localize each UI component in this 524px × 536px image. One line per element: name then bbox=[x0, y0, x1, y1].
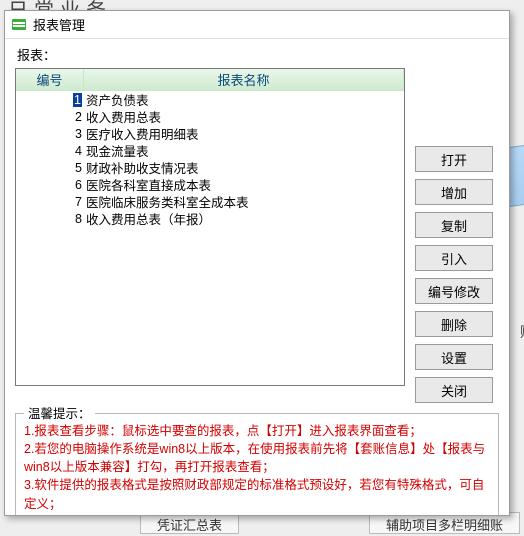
window-title: 报表管理 bbox=[33, 15, 85, 34]
tips-legend: 温馨提示： bbox=[24, 405, 95, 423]
copy-button[interactable]: 复制 bbox=[415, 212, 493, 238]
background-right-label: 账 bbox=[520, 322, 524, 342]
delete-button[interactable]: 删除 bbox=[415, 311, 493, 337]
client-area: 报表： 编号 报表名称 1资产负债表2收入费用总表3医疗收入费用明细表4现金流量… bbox=[5, 39, 509, 515]
import-button[interactable]: 引入 bbox=[415, 245, 493, 271]
section-label: 报表： bbox=[17, 45, 499, 64]
tip-line-2: 2.若您的电脑操作系统是win8以上版本，在使用报表前先将【套账信息】处【报表与… bbox=[24, 440, 490, 476]
table-row[interactable]: 2收入费用总表 bbox=[16, 108, 404, 125]
table-row[interactable]: 4现金流量表 bbox=[16, 142, 404, 159]
row-number: 6 bbox=[16, 178, 84, 192]
row-number: 1 bbox=[16, 93, 84, 107]
close-button[interactable]: 关闭 bbox=[415, 377, 493, 403]
settings-button[interactable]: 设置 bbox=[415, 344, 493, 370]
row-number: 5 bbox=[16, 161, 84, 175]
tip-line-3: 3.软件提供的报表格式是按照财政部规定的标准格式预设好，若您有特殊格式，可自定义… bbox=[24, 476, 490, 512]
add-button[interactable]: 增加 bbox=[415, 179, 493, 205]
report-list[interactable]: 编号 报表名称 1资产负债表2收入费用总表3医疗收入费用明细表4现金流量表5财政… bbox=[15, 68, 405, 386]
column-headers[interactable]: 编号 报表名称 bbox=[16, 69, 404, 91]
tip-line-4: 4.部分杀毒软件可能会影响您报表运行，在使用报表前建议关闭杀毒软件或安全卫士等第… bbox=[24, 513, 490, 515]
report-manager-window: 报表管理 报表： 编号 报表名称 1资产负债表2收入费用总表3医疗收入费用明细表… bbox=[4, 10, 510, 516]
table-row[interactable]: 6医院各科室直接成本表 bbox=[16, 176, 404, 193]
column-header-number[interactable]: 编号 bbox=[16, 69, 84, 91]
row-number: 7 bbox=[16, 195, 84, 209]
renumber-button[interactable]: 编号修改 bbox=[415, 278, 493, 304]
table-row[interactable]: 5财政补助收支情况表 bbox=[16, 159, 404, 176]
row-number: 2 bbox=[16, 110, 84, 124]
titlebar[interactable]: 报表管理 bbox=[5, 11, 509, 39]
table-row[interactable]: 8收入费用总表（年报） bbox=[16, 210, 404, 227]
table-row[interactable]: 7医院临床服务类科室全成本表 bbox=[16, 193, 404, 210]
row-name: 收入费用总表（年报） bbox=[84, 209, 404, 228]
app-icon bbox=[11, 17, 27, 33]
button-column: 打开 增加 复制 引入 编号修改 删除 设置 关闭 bbox=[415, 68, 493, 403]
row-number: 8 bbox=[16, 212, 84, 226]
table-row[interactable]: 1资产负债表 bbox=[16, 91, 404, 108]
table-row[interactable]: 3医疗收入费用明细表 bbox=[16, 125, 404, 142]
row-number: 4 bbox=[16, 144, 84, 158]
tip-line-1: 1.报表查看步骤：鼠标选中要查的报表，点【打开】进入报表界面查看； bbox=[24, 422, 490, 440]
column-header-name[interactable]: 报表名称 bbox=[84, 69, 404, 91]
open-button[interactable]: 打开 bbox=[415, 146, 493, 172]
row-number: 3 bbox=[16, 127, 84, 141]
tips-box: 温馨提示： 1.报表查看步骤：鼠标选中要查的报表，点【打开】进入报表界面查看； … bbox=[15, 413, 499, 515]
